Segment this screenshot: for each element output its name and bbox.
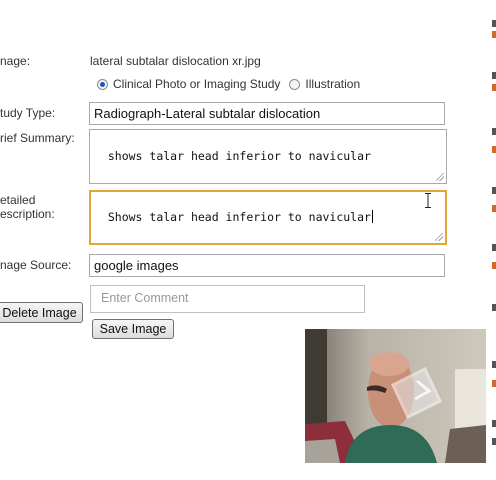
sidebar-mark — [492, 438, 496, 445]
study-type-label: tudy Type: — [0, 106, 56, 120]
webcam-image — [305, 329, 486, 463]
radio-illustration[interactable] — [289, 78, 301, 90]
detailed-description-textarea[interactable]: Shows talar head inferior to navicular — [89, 190, 447, 245]
save-image-button[interactable]: Save Image — [92, 319, 174, 339]
radio-illustration-label[interactable]: Illustration — [305, 77, 360, 91]
text-cursor-icon — [425, 193, 431, 208]
sidebar-mark — [492, 20, 496, 27]
sidebar-mark — [492, 31, 496, 38]
sidebar-mark — [492, 205, 496, 212]
study-type-input[interactable]: Radiograph-Lateral subtalar dislocation — [89, 102, 445, 125]
image-source-input[interactable]: google images — [89, 254, 445, 277]
image-source-label: nage Source: — [0, 258, 72, 272]
brief-summary-textarea[interactable]: shows talar head inferior to navicular — [89, 129, 447, 184]
sidebar-mark — [492, 187, 496, 194]
sidebar-mark — [492, 146, 496, 153]
webcam-overlay — [305, 329, 486, 463]
detailed-description-text: Shows talar head inferior to navicular — [107, 210, 371, 224]
resize-grip-icon[interactable] — [435, 233, 443, 241]
image-type-radio-group: Clinical Photo or Imaging Study Illustra… — [97, 77, 360, 91]
sidebar-mark — [492, 128, 496, 135]
image-label: nage: — [0, 54, 31, 68]
sidebar-mark — [492, 72, 496, 79]
sidebar-mark — [492, 304, 496, 311]
detailed-description-label-line1: etailed — [0, 193, 36, 207]
comment-input[interactable]: Enter Comment — [90, 285, 365, 313]
sidebar-mark — [492, 84, 496, 91]
radio-clinical-photo[interactable] — [97, 78, 108, 90]
sidebar-mark — [492, 244, 496, 251]
text-caret — [371, 210, 373, 223]
image-filename: lateral subtalar dislocation xr.jpg — [90, 54, 261, 68]
delete-image-button[interactable]: Delete Image — [0, 302, 83, 323]
brief-summary-label: rief Summary: — [0, 131, 75, 145]
brief-summary-text: shows talar head inferior to navicular — [107, 149, 371, 163]
sidebar-mark — [492, 262, 496, 269]
sidebar-mark — [492, 380, 496, 387]
sidebar-mark — [492, 420, 496, 427]
resize-grip-icon[interactable] — [436, 173, 444, 181]
radio-clinical-photo-label[interactable]: Clinical Photo or Imaging Study — [113, 77, 280, 91]
detailed-description-label-line2: escription: — [0, 207, 55, 221]
sidebar-mark — [492, 361, 496, 368]
